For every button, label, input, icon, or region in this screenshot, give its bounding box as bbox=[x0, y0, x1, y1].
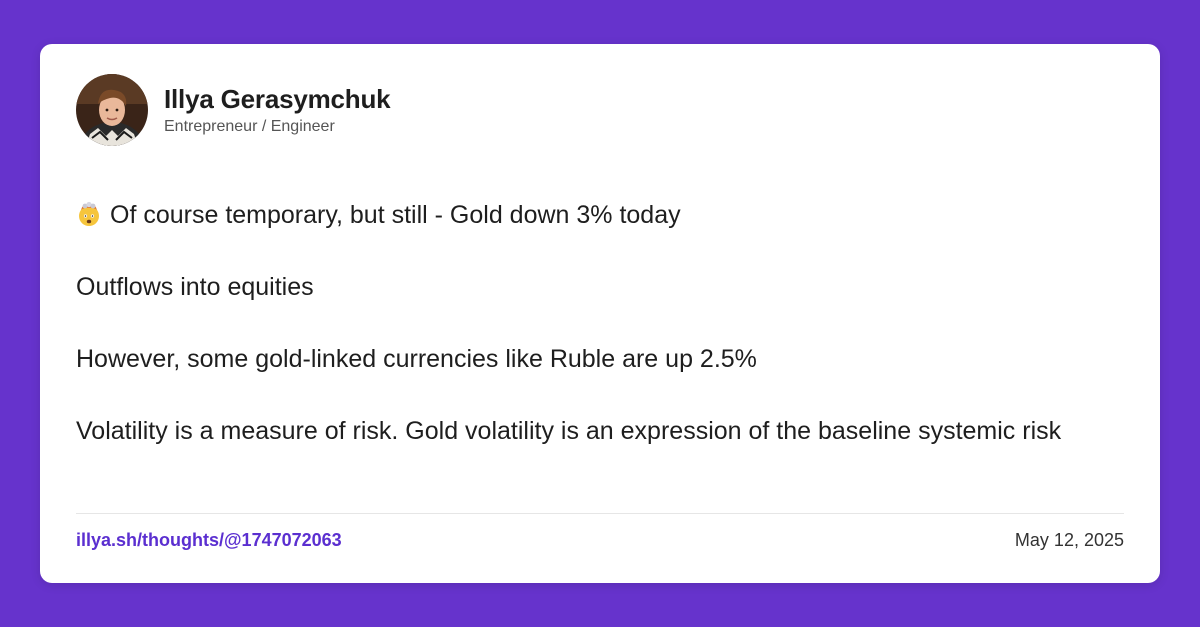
avatar[interactable] bbox=[76, 74, 148, 146]
author-header: Illya Gerasymchuk Entrepreneur / Enginee… bbox=[76, 74, 391, 146]
post-permalink[interactable]: illya.sh/thoughts/@1747072063 bbox=[76, 530, 342, 551]
avatar-photo bbox=[76, 74, 148, 146]
author-name[interactable]: Illya Gerasymchuk bbox=[164, 83, 391, 115]
post-date: May 12, 2025 bbox=[1014, 530, 1124, 550]
post-paragraph-3: However, some gold-linked currencies lik… bbox=[76, 345, 757, 373]
post-footer: illya.sh/thoughts/@1747072063 May 12, 20… bbox=[76, 530, 1124, 551]
post-paragraph-4: Volatility is a measure of risk. Gold vo… bbox=[76, 417, 1062, 445]
post-paragraph-1-text: Of course temporary, but still - Gold do… bbox=[110, 201, 681, 229]
author-identity: Illya Gerasymchuk Entrepreneur / Enginee… bbox=[164, 83, 391, 138]
post-paragraph-2: Outflows into equities bbox=[76, 273, 314, 301]
exploding-head-icon bbox=[79, 201, 99, 226]
author-title: Entrepreneur / Engineer bbox=[164, 117, 335, 135]
post-card: Illya Gerasymchuk Entrepreneur / Enginee… bbox=[40, 44, 1160, 583]
footer-divider bbox=[76, 513, 1124, 514]
post-paragraph-1: Of course temporary, but still - Gold do… bbox=[76, 198, 1126, 232]
post-body: Of course temporary, but still - Gold do… bbox=[76, 198, 1126, 448]
